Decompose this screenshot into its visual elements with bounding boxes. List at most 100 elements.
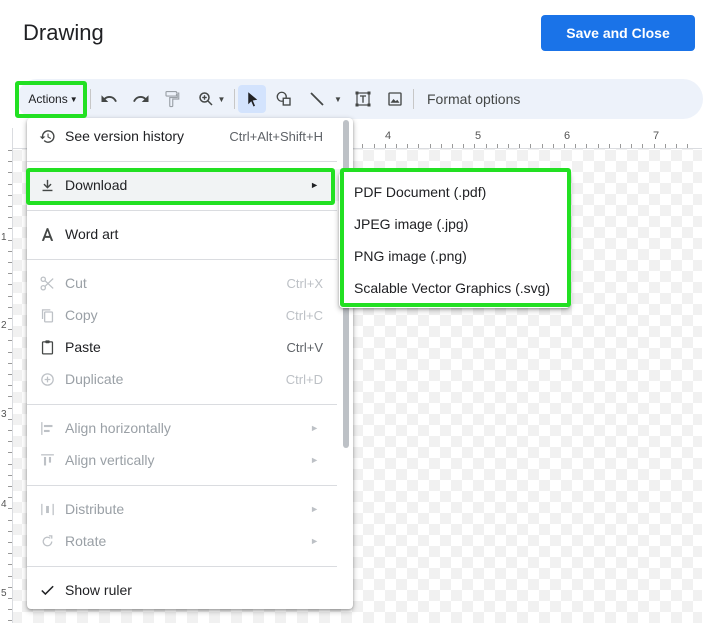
ruler-tick (8, 150, 12, 151)
ruler-tick (8, 374, 12, 375)
menu-item-shortcut: Ctrl+V (286, 339, 323, 355)
ruler-tick (8, 407, 12, 409)
ruler-tick (8, 418, 12, 420)
ruler-tick (676, 144, 677, 148)
ruler-tick (597, 144, 599, 148)
menu-item-label: Copy (65, 307, 98, 323)
paste-icon (38, 338, 56, 356)
ruler-tick (8, 598, 12, 599)
menu-separator (27, 566, 337, 567)
menu-item-align-vertically[interactable]: Align vertically ► (27, 444, 341, 476)
menu-item-see-version-history[interactable]: See version history Ctrl+Alt+Shift+H (27, 120, 341, 152)
ruler-number: 1 (1, 232, 7, 243)
ruler-tick (8, 474, 12, 476)
ruler-tick (608, 144, 610, 148)
menu-item-label: See version history (65, 128, 185, 144)
ruler-tick (541, 144, 543, 148)
menu-separator (27, 259, 337, 260)
ruler-tick (8, 250, 12, 252)
ruler-tick (8, 329, 12, 331)
vertical-ruler: 1 2 3 4 5 (0, 128, 13, 623)
text-box-icon[interactable] (349, 79, 377, 119)
menu-item-duplicate[interactable]: Duplicate Ctrl+D (27, 363, 341, 395)
word-art-icon (38, 225, 56, 243)
line-button[interactable]: ▼ (302, 79, 348, 119)
ruler-tick (8, 609, 12, 611)
redo-icon[interactable] (127, 79, 155, 119)
page-title: Drawing (23, 20, 104, 45)
ruler-tick (485, 144, 487, 148)
ruler-tick (8, 542, 12, 543)
ruler-number: 6 (564, 130, 571, 142)
shape-icon[interactable] (270, 79, 298, 119)
menu-item-align-horizontally[interactable]: Align horizontally ► (27, 412, 341, 444)
ruler-tick (8, 351, 12, 353)
toolbar: Actions ▼ ▼ ▼ Format options (17, 79, 703, 119)
ruler-number: 3 (1, 409, 7, 420)
ruler-tick (8, 362, 12, 364)
ruler-tick (575, 144, 577, 148)
image-icon[interactable] (381, 79, 409, 119)
ruler-tick (8, 586, 12, 588)
ruler-tick (8, 575, 12, 577)
ruler-tick (429, 144, 431, 148)
ruler-tick (8, 508, 12, 510)
ruler-tick (8, 441, 12, 443)
ruler-tick (8, 262, 12, 263)
menu-item-shortcut: Ctrl+Alt+Shift+H (229, 128, 323, 144)
menu-item-show-ruler[interactable]: Show ruler (27, 574, 341, 606)
undo-icon[interactable] (95, 79, 123, 119)
ruler-tick (8, 340, 12, 342)
ruler-tick (418, 144, 420, 148)
ruler-tick (8, 452, 12, 454)
submenu-highlight-box (340, 168, 571, 307)
ruler-tick (373, 144, 375, 148)
paint-format-icon[interactable] (158, 79, 186, 119)
ruler-tick (8, 239, 12, 241)
toolbar-divider (413, 89, 414, 109)
ruler-tick (8, 430, 12, 431)
cut-icon (38, 274, 56, 292)
zoom-icon (198, 92, 213, 106)
menu-item-label: Distribute (65, 501, 125, 517)
ruler-tick (508, 144, 509, 148)
ruler-number: 4 (385, 130, 392, 142)
zoom-button[interactable]: ▼ (191, 79, 231, 119)
menu-item-copy[interactable]: Copy Ctrl+C (27, 299, 341, 331)
ruler-tick (8, 463, 12, 465)
ruler-tick (530, 144, 532, 148)
ruler-tick (8, 306, 12, 308)
ruler-number: 2 (1, 320, 7, 331)
toolbar-divider (90, 89, 91, 109)
submenu-arrow-icon: ► (310, 536, 319, 546)
ruler-tick (8, 385, 12, 387)
align-vertical-icon (38, 451, 56, 469)
ruler-tick (8, 273, 12, 275)
menu-item-label: Cut (65, 275, 87, 291)
checkmark-icon (38, 581, 56, 599)
menu-item-label: Show ruler (65, 582, 132, 598)
select-pointer-icon[interactable] (238, 85, 266, 113)
ruler-tick (463, 144, 465, 148)
save-and-close-button[interactable]: Save and Close (541, 15, 695, 51)
submenu-arrow-icon: ► (310, 504, 319, 514)
menu-item-rotate[interactable]: Rotate ► (27, 525, 341, 557)
ruler-tick (552, 144, 554, 148)
format-options-button[interactable]: Format options (427, 79, 520, 119)
ruler-tick (8, 620, 12, 622)
ruler-tick (8, 530, 12, 532)
dropdown-arrow-icon: ▼ (334, 94, 342, 104)
ruler-tick (519, 144, 521, 148)
ruler-tick (8, 217, 12, 219)
ruler-tick (452, 144, 453, 148)
menu-item-distribute[interactable]: Distribute ► (27, 493, 341, 525)
align-horizontal-icon (38, 419, 56, 437)
ruler-tick (384, 144, 386, 148)
menu-item-label: Rotate (65, 533, 107, 549)
download-highlight-box (26, 168, 335, 205)
menu-item-word-art[interactable]: Word art (27, 218, 341, 250)
rotate-icon (38, 532, 56, 550)
menu-item-paste[interactable]: Paste Ctrl+V (27, 331, 341, 363)
ruler-number: 5 (1, 588, 7, 599)
menu-item-cut[interactable]: Cut Ctrl+X (27, 267, 341, 299)
